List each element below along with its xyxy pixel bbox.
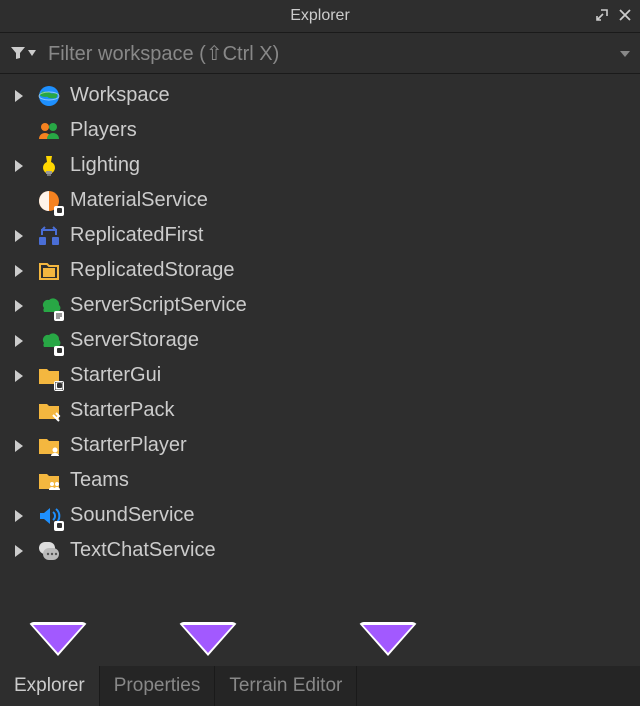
expand-toggle[interactable] <box>10 545 28 557</box>
tree-item-label: ServerStorage <box>70 329 199 352</box>
tab-explorer[interactable]: Explorer <box>0 666 100 706</box>
expand-toggle[interactable] <box>10 510 28 522</box>
filter-row: Filter workspace (⇧Ctrl X) <box>0 33 640 73</box>
expand-toggle[interactable] <box>10 300 28 312</box>
tree-item-teams[interactable]: Teams <box>0 463 640 498</box>
chevron-right-icon <box>15 300 23 312</box>
tree-item-workspace[interactable]: Workspace <box>0 78 640 113</box>
chevron-right-icon <box>15 440 23 452</box>
tree-item-label: Teams <box>70 469 129 492</box>
tree-item-label: StarterPlayer <box>70 434 187 457</box>
tree-item-label: StarterPack <box>70 399 174 422</box>
tree-item-label: SoundService <box>70 504 195 527</box>
teams-icon <box>36 468 62 494</box>
chevron-right-icon <box>15 545 23 557</box>
tree-item-label: Lighting <box>70 154 140 177</box>
expand-toggle[interactable] <box>10 90 28 102</box>
server-storage-icon <box>36 328 62 354</box>
arrow-icon <box>178 622 238 656</box>
starter-gui-icon <box>36 363 62 389</box>
server-script-icon <box>36 293 62 319</box>
tree-item-label: ReplicatedStorage <box>70 259 235 282</box>
undock-icon[interactable] <box>594 7 610 26</box>
tree-item-label: StarterGui <box>70 364 161 387</box>
starter-player-icon <box>36 433 62 459</box>
tree-item-startergui[interactable]: StarterGui <box>0 358 640 393</box>
tree-item-materialservice[interactable]: MaterialService <box>0 183 640 218</box>
tree-item-lighting[interactable]: Lighting <box>0 148 640 183</box>
chevron-right-icon <box>15 510 23 522</box>
expand-toggle[interactable] <box>10 230 28 242</box>
tree-item-label: MaterialService <box>70 189 208 212</box>
expand-toggle[interactable] <box>10 370 28 382</box>
chevron-right-icon <box>15 160 23 172</box>
tree-item-serverstorage[interactable]: ServerStorage <box>0 323 640 358</box>
chevron-right-icon <box>15 370 23 382</box>
workspace-icon <box>36 83 62 109</box>
chevron-right-icon <box>15 90 23 102</box>
indicator-arrows <box>0 622 640 666</box>
chevron-right-icon <box>15 230 23 242</box>
arrow-icon <box>28 622 88 656</box>
tab-bar: ExplorerPropertiesTerrain Editor <box>0 666 640 706</box>
tab-properties[interactable]: Properties <box>100 666 216 706</box>
title-bar: Explorer <box>0 0 640 32</box>
expand-toggle[interactable] <box>10 335 28 347</box>
material-service-icon <box>36 188 62 214</box>
tree-item-serverscriptservice[interactable]: ServerScriptService <box>0 288 640 323</box>
tree-item-starterplayer[interactable]: StarterPlayer <box>0 428 640 463</box>
players-icon <box>36 118 62 144</box>
sound-service-icon <box>36 503 62 529</box>
filter-icon[interactable] <box>10 45 36 61</box>
replicated-storage-icon <box>36 258 62 284</box>
tree-item-textchatservice[interactable]: TextChatService <box>0 533 640 568</box>
lighting-icon <box>36 153 62 179</box>
filter-input[interactable]: Filter workspace (⇧Ctrl X) <box>48 41 608 66</box>
tree-item-soundservice[interactable]: SoundService <box>0 498 640 533</box>
starter-pack-icon <box>36 398 62 424</box>
expand-toggle[interactable] <box>10 265 28 277</box>
tree-item-label: TextChatService <box>70 539 216 562</box>
tree-item-label: ReplicatedFirst <box>70 224 203 247</box>
text-chat-icon <box>36 538 62 564</box>
tree-item-replicatedfirst[interactable]: ReplicatedFirst <box>0 218 640 253</box>
expand-toggle[interactable] <box>10 440 28 452</box>
panel-title: Explorer <box>290 7 350 25</box>
chevron-right-icon <box>15 335 23 347</box>
replicated-first-icon <box>36 223 62 249</box>
arrow-icon <box>358 622 418 656</box>
explorer-tree: Workspace Players Lighting MaterialServi… <box>0 74 640 622</box>
tree-item-label: Workspace <box>70 84 170 107</box>
tree-item-players[interactable]: Players <box>0 113 640 148</box>
close-icon[interactable] <box>618 8 632 25</box>
filter-dropdown-icon[interactable] <box>620 44 630 62</box>
expand-toggle[interactable] <box>10 160 28 172</box>
tree-item-replicatedstorage[interactable]: ReplicatedStorage <box>0 253 640 288</box>
tree-item-label: ServerScriptService <box>70 294 247 317</box>
chevron-right-icon <box>15 265 23 277</box>
tab-terrain-editor[interactable]: Terrain Editor <box>215 666 357 706</box>
tree-item-starterpack[interactable]: StarterPack <box>0 393 640 428</box>
tree-item-label: Players <box>70 119 137 142</box>
